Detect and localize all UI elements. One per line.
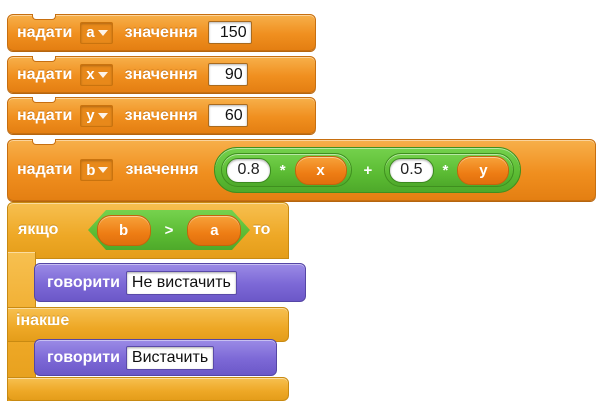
say-keyword: говорити xyxy=(47,273,120,291)
multiply-operator-left[interactable]: 0.8 * x xyxy=(221,153,352,187)
value-keyword: значення xyxy=(124,65,198,83)
value-keyword: значення xyxy=(124,106,198,124)
dropdown-arrow-icon xyxy=(97,71,108,78)
variable-dropdown-a[interactable]: a xyxy=(80,21,113,44)
plus-symbol: + xyxy=(363,161,373,179)
greater-than-operator[interactable]: b > a xyxy=(88,210,250,250)
set-a-block[interactable]: надати a значення 150 xyxy=(7,14,316,51)
say-block-then[interactable]: говорити Не вистачить xyxy=(34,263,306,302)
say-keyword: говорити xyxy=(47,348,120,366)
add-operator[interactable]: 0.8 * x + 0.5 * y xyxy=(214,147,522,193)
value-input-a[interactable]: 150 xyxy=(207,21,252,44)
multiply-operator-right[interactable]: 0.5 * y xyxy=(384,153,515,187)
variable-a-reporter[interactable]: a xyxy=(187,215,241,246)
variable-dropdown-y[interactable]: y xyxy=(80,104,113,127)
variable-dropdown-b[interactable]: b xyxy=(80,159,114,181)
multiply-symbol: * xyxy=(279,161,286,179)
multiply-symbol: * xyxy=(442,161,449,179)
dropdown-arrow-icon xyxy=(97,112,108,119)
number-literal-0.8[interactable]: 0.8 xyxy=(226,157,271,183)
say-text-input[interactable]: Не вистачить xyxy=(125,270,237,295)
script-area: надати a значення 150 надати x значення … xyxy=(0,0,604,411)
variable-dropdown-x[interactable]: x xyxy=(80,63,113,86)
set-keyword: надати xyxy=(17,161,73,178)
variable-b-reporter[interactable]: b xyxy=(97,215,151,246)
set-b-block[interactable]: надати b значення 0.8 * x + 0.5 * y xyxy=(7,139,596,201)
greater-than-symbol: > xyxy=(164,221,174,239)
say-text-input[interactable]: Вистачить xyxy=(125,345,215,370)
set-keyword: надати xyxy=(17,23,73,41)
value-keyword: значення xyxy=(124,23,198,41)
dropdown-arrow-icon xyxy=(98,167,109,173)
else-keyword: інакше xyxy=(16,312,70,329)
value-keyword: значення xyxy=(125,161,199,178)
if-keyword: якщо xyxy=(18,221,59,238)
say-block-else[interactable]: говорити Вистачить xyxy=(34,339,277,376)
set-x-block[interactable]: надати x значення 90 xyxy=(7,56,316,93)
then-keyword: то xyxy=(253,221,271,238)
number-literal-0.5[interactable]: 0.5 xyxy=(389,157,434,183)
value-input-y[interactable]: 60 xyxy=(207,104,248,127)
value-input-x[interactable]: 90 xyxy=(207,63,248,86)
set-y-block[interactable]: надати y значення 60 xyxy=(7,97,316,134)
if-else-bottom-arm xyxy=(7,377,289,401)
variable-x-reporter[interactable]: x xyxy=(294,155,347,185)
variable-y-reporter[interactable]: y xyxy=(457,155,510,185)
set-keyword: надати xyxy=(17,65,73,83)
dropdown-arrow-icon xyxy=(97,29,108,36)
set-keyword: надати xyxy=(17,106,73,124)
